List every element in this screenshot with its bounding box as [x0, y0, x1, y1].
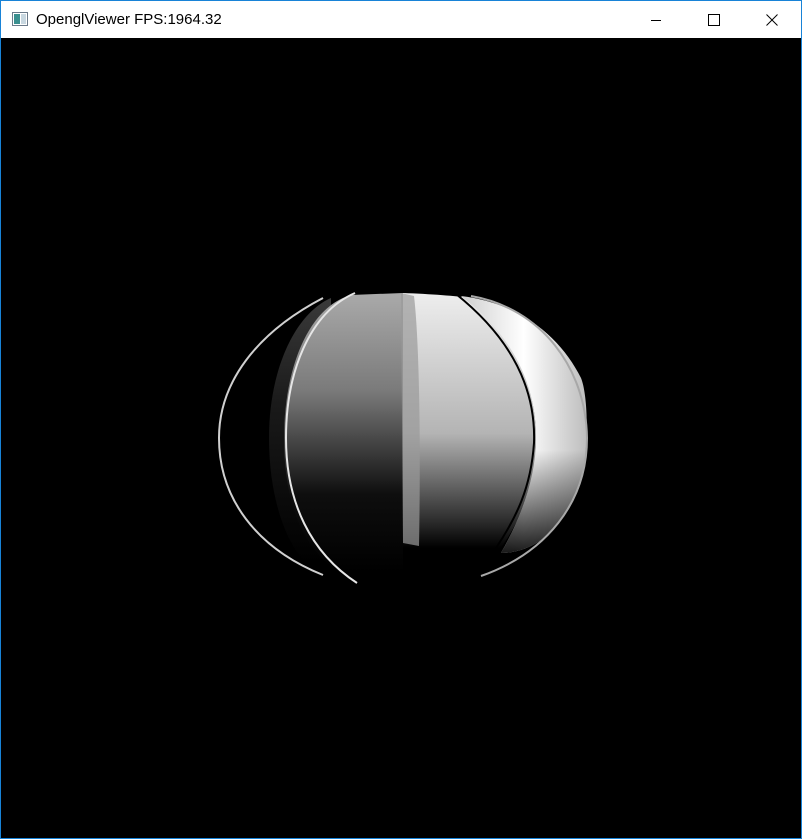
title-bar[interactable]: OpenglViewer FPS:1964.32	[1, 1, 801, 38]
close-button[interactable]	[743, 1, 801, 38]
window-title: OpenglViewer FPS:1964.32	[36, 11, 222, 28]
app-window-icon	[12, 12, 28, 26]
close-icon	[766, 13, 778, 26]
minimize-button[interactable]	[627, 1, 685, 38]
render-canvas	[217, 292, 589, 584]
maximize-button[interactable]	[685, 1, 743, 38]
shaded-sphere	[217, 292, 589, 584]
opengl-viewport[interactable]	[1, 38, 801, 838]
minimize-icon	[651, 19, 661, 21]
app-window: OpenglViewer FPS:1964.32	[0, 0, 802, 839]
maximize-icon	[708, 13, 720, 26]
